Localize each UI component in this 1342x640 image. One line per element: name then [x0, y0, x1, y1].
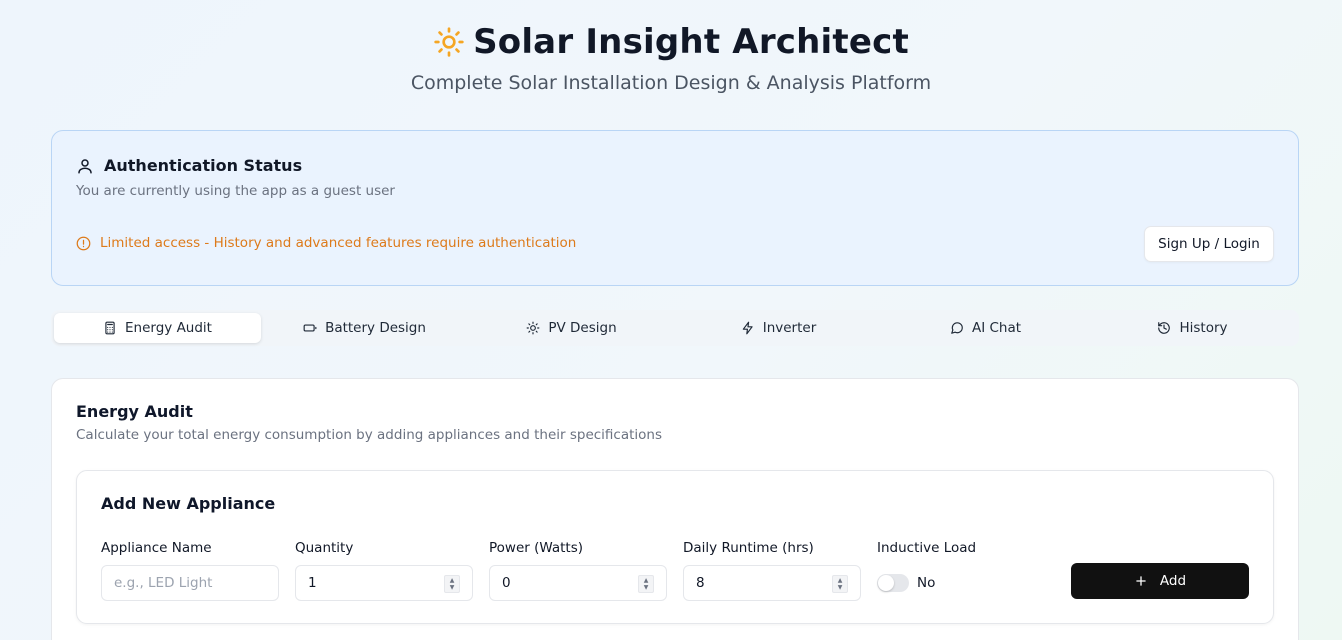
tab-ai-chat[interactable]: AI Chat — [882, 313, 1089, 343]
tab-label: History — [1179, 320, 1228, 336]
stepper-down-icon[interactable]: ▼ — [450, 584, 455, 591]
main-tabs: Energy Audit Battery Design PV Design In… — [51, 310, 1299, 346]
inductive-load-toggle-row: No — [877, 565, 935, 601]
runtime-field: Daily Runtime (hrs) 8 ▲ ▼ — [683, 540, 861, 601]
quantity-field: Quantity 1 ▲ ▼ — [295, 540, 473, 601]
quantity-label: Quantity — [295, 540, 354, 556]
auth-header: Authentication Status — [76, 156, 302, 175]
tab-pv-design[interactable]: PV Design — [468, 313, 675, 343]
appliance-name-placeholder: e.g., LED Light — [114, 575, 213, 591]
auth-title: Authentication Status — [104, 156, 303, 175]
stepper-up-icon[interactable]: ▲ — [838, 577, 843, 584]
app-title: Solar Insight Architect — [473, 22, 909, 62]
appliance-name-label: Appliance Name — [101, 540, 212, 556]
stepper-up-icon[interactable]: ▲ — [450, 577, 455, 584]
tab-battery-design[interactable]: Battery Design — [261, 313, 468, 343]
history-icon — [1158, 322, 1171, 334]
power-value: 0 — [502, 575, 511, 591]
auth-warning: Limited access - History and advanced fe… — [76, 235, 576, 251]
message-circle-icon — [951, 322, 963, 334]
runtime-label: Daily Runtime (hrs) — [683, 540, 814, 556]
quantity-input[interactable]: 1 ▲ ▼ — [295, 565, 473, 601]
runtime-input[interactable]: 8 ▲ ▼ — [683, 565, 861, 601]
power-input[interactable]: 0 ▲ ▼ — [489, 565, 667, 601]
energy-audit-card: Energy Audit Calculate your total energy… — [51, 378, 1299, 640]
add-button-label: Add — [1159, 573, 1187, 589]
stepper-down-icon[interactable]: ▼ — [838, 584, 843, 591]
quantity-value: 1 — [308, 575, 317, 591]
title-row: Solar Insight Architect — [0, 20, 1342, 64]
alert-circle-icon — [76, 236, 91, 250]
stepper-up-icon[interactable]: ▲ — [644, 577, 649, 584]
appliance-name-input[interactable]: e.g., LED Light — [101, 565, 279, 601]
auth-status-card: Authentication Status You are currently … — [51, 130, 1299, 286]
inductive-load-value: No — [917, 575, 936, 591]
sun-icon — [526, 321, 540, 335]
quantity-stepper[interactable]: ▲ ▼ — [444, 575, 460, 593]
signup-login-button[interactable]: Sign Up / Login — [1144, 226, 1274, 262]
tab-label: Battery Design — [325, 320, 426, 336]
add-appliance-button[interactable]: Add — [1071, 563, 1249, 599]
tab-label: AI Chat — [971, 320, 1022, 336]
tab-energy-audit[interactable]: Energy Audit — [54, 313, 261, 343]
tab-label: Inverter — [762, 320, 817, 336]
battery-icon — [303, 324, 317, 332]
toggle-knob — [878, 575, 894, 591]
auth-description: You are currently using the app as a gue… — [76, 183, 395, 199]
inductive-load-label: Inductive Load — [877, 540, 977, 556]
tab-inverter[interactable]: Inverter — [675, 313, 882, 343]
inductive-load-field: Inductive Load — [877, 540, 1055, 558]
power-label: Power (Watts) — [489, 540, 584, 556]
power-field: Power (Watts) 0 ▲ ▼ — [489, 540, 667, 601]
tab-label: PV Design — [548, 320, 617, 336]
sun-icon — [434, 27, 464, 57]
energy-audit-title: Energy Audit — [76, 402, 193, 421]
calculator-icon — [105, 321, 115, 335]
tab-history[interactable]: History — [1089, 313, 1296, 343]
zap-icon — [742, 321, 753, 335]
page-header: Solar Insight Architect Complete Solar I… — [0, 20, 1342, 94]
plus-icon — [1136, 576, 1146, 586]
energy-audit-description: Calculate your total energy consumption … — [76, 427, 663, 443]
stepper-down-icon[interactable]: ▼ — [644, 584, 649, 591]
user-icon — [78, 158, 92, 173]
tab-label: Energy Audit — [125, 320, 212, 336]
power-stepper[interactable]: ▲ ▼ — [638, 575, 654, 593]
add-appliance-card: Add New Appliance Appliance Name e.g., L… — [76, 470, 1274, 624]
app-subtitle: Complete Solar Installation Design & Ana… — [410, 72, 932, 94]
add-appliance-title: Add New Appliance — [101, 494, 276, 513]
runtime-stepper[interactable]: ▲ ▼ — [832, 575, 848, 593]
inductive-load-toggle[interactable] — [877, 574, 909, 592]
appliance-name-field: Appliance Name e.g., LED Light — [101, 540, 279, 601]
auth-warning-text: Limited access - History and advanced fe… — [100, 235, 577, 251]
runtime-value: 8 — [696, 575, 705, 591]
